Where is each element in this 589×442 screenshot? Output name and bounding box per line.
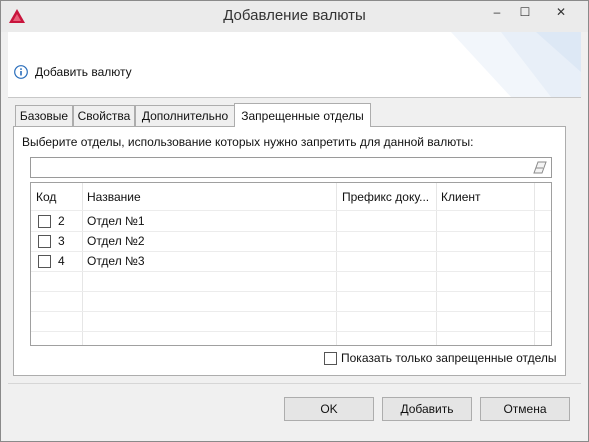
dialog-header: Добавить валюту xyxy=(8,32,581,97)
row-divider xyxy=(31,210,551,211)
cancel-button[interactable]: Отмена xyxy=(480,397,570,421)
ok-button[interactable]: OK xyxy=(284,397,374,421)
search-box[interactable] xyxy=(30,157,552,178)
cell-code: 3 xyxy=(58,234,65,248)
row-divider xyxy=(31,251,551,252)
row-checkbox[interactable] xyxy=(38,235,51,248)
tab-properties[interactable]: Свойства xyxy=(73,105,135,126)
cell-name: Отдел №2 xyxy=(87,234,145,248)
footer-divider xyxy=(8,383,581,384)
tab-basic[interactable]: Базовые xyxy=(15,105,73,126)
cell-name: Отдел №3 xyxy=(87,254,145,268)
cell-code: 4 xyxy=(58,254,65,268)
checkbox[interactable] xyxy=(324,351,337,365)
show-only-label: Показать только запрещенные отделы xyxy=(341,351,557,365)
row-divider xyxy=(31,311,551,312)
maximize-button[interactable]: ☐ xyxy=(511,1,539,23)
cell-code: 2 xyxy=(58,214,65,228)
header-divider xyxy=(8,97,581,98)
tab-panel: Выберите отделы, использование которых н… xyxy=(13,126,566,376)
eraser-icon[interactable] xyxy=(533,161,547,174)
row-divider xyxy=(31,331,551,332)
close-button[interactable]: ✕ xyxy=(538,1,584,23)
column-header-code[interactable]: Код xyxy=(36,183,56,210)
row-checkbox[interactable] xyxy=(38,255,51,268)
show-only-forbidden-checkbox[interactable]: Показать только запрещенные отделы xyxy=(324,351,557,365)
column-divider xyxy=(82,183,83,345)
search-input[interactable] xyxy=(31,158,521,177)
column-divider xyxy=(534,183,535,345)
minimize-button[interactable]: ‒ xyxy=(483,1,511,23)
row-checkbox[interactable] xyxy=(38,215,51,228)
tab-forbidden-departments[interactable]: Запрещенные отделы xyxy=(234,103,371,127)
departments-table: Код Название Префикс доку... Клиент 2 От… xyxy=(30,182,552,346)
tab-additional[interactable]: Дополнительно xyxy=(135,105,235,126)
column-header-name[interactable]: Название xyxy=(87,183,141,210)
header-decoration xyxy=(451,32,581,97)
row-divider xyxy=(31,271,551,272)
column-header-client[interactable]: Клиент xyxy=(441,183,481,210)
dialog-window: Добавление валюты ‒ ☐ ✕ Добавить валюту … xyxy=(0,0,589,442)
column-divider xyxy=(336,183,337,345)
row-divider xyxy=(31,231,551,232)
title-bar[interactable]: Добавление валюты ‒ ☐ ✕ xyxy=(1,1,588,32)
row-divider xyxy=(31,291,551,292)
column-header-prefix[interactable]: Префикс доку... xyxy=(342,183,429,210)
column-divider xyxy=(436,183,437,345)
header-text: Добавить валюту xyxy=(35,65,132,79)
info-icon xyxy=(14,65,28,79)
add-button[interactable]: Добавить xyxy=(382,397,472,421)
panel-hint: Выберите отделы, использование которых н… xyxy=(22,135,474,149)
cell-name: Отдел №1 xyxy=(87,214,145,228)
